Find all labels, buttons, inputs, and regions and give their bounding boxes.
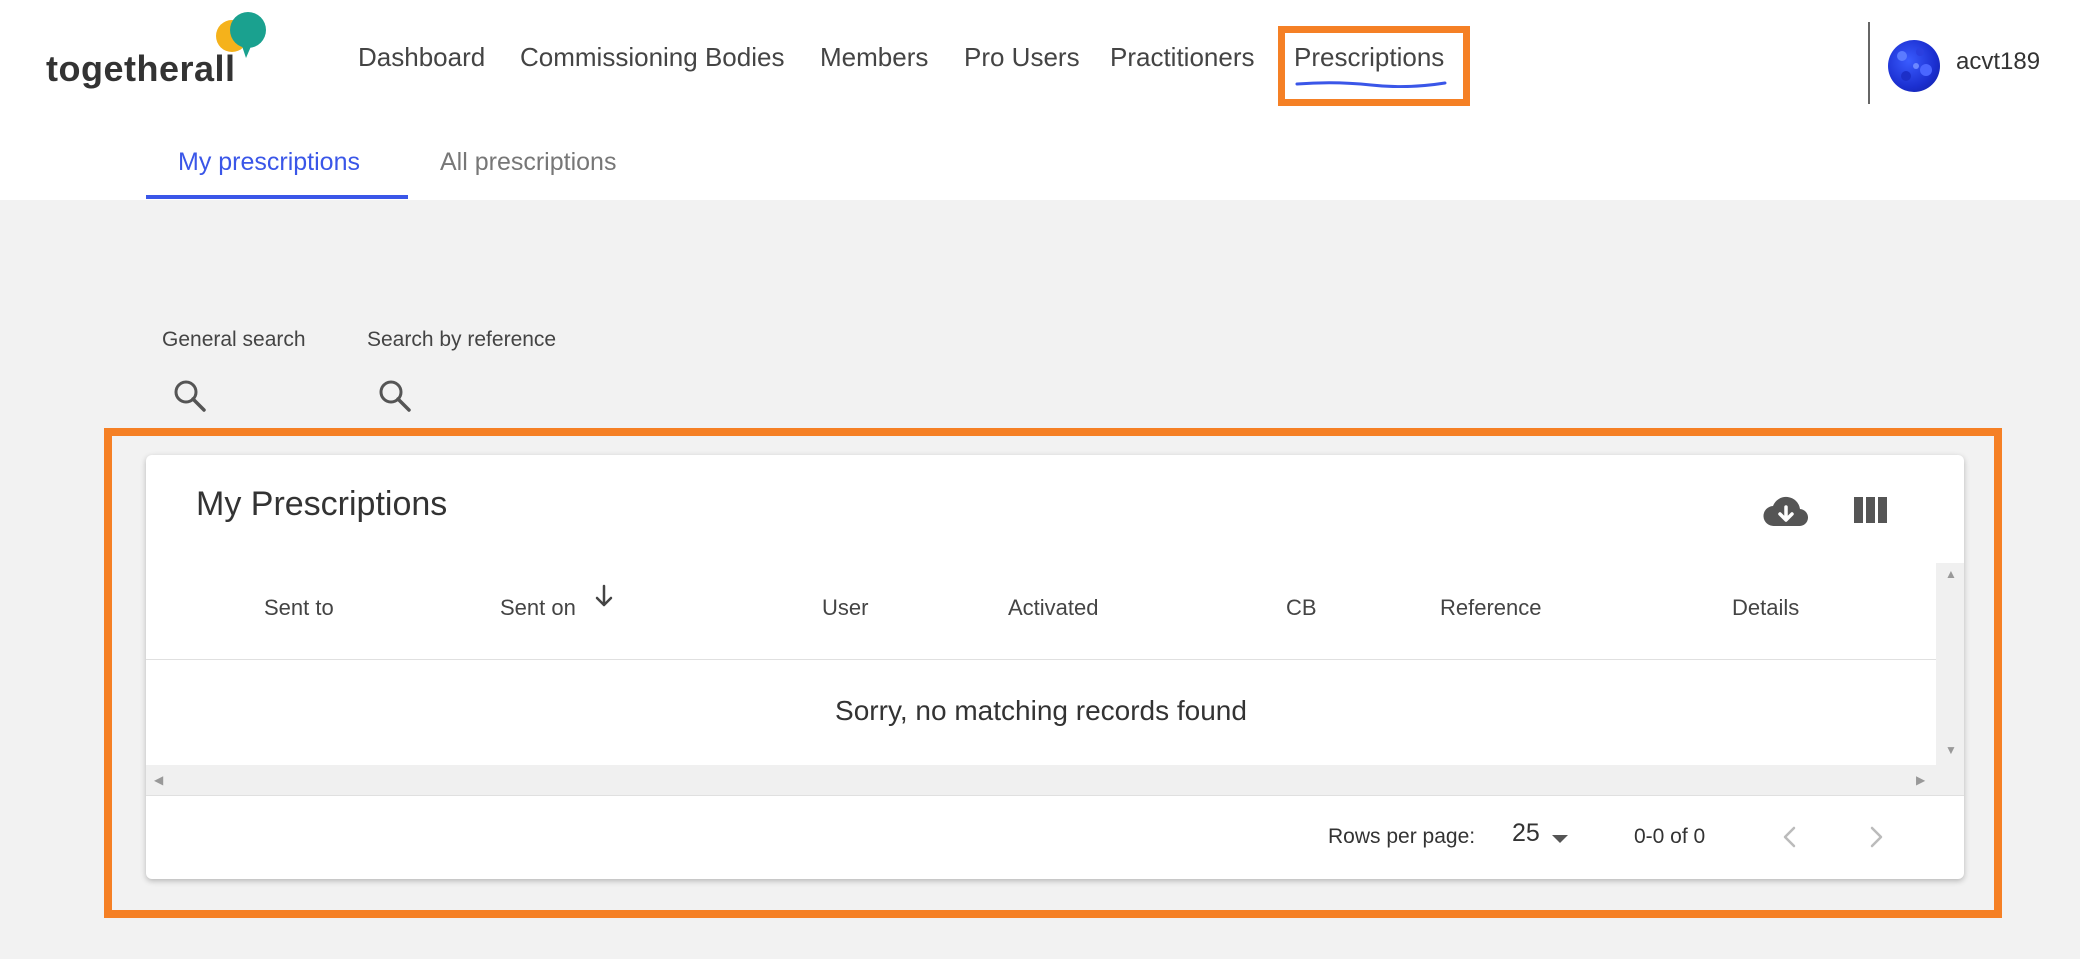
- cloud-download-icon[interactable]: [1762, 493, 1810, 533]
- header-divider: [146, 659, 1936, 660]
- scroll-down-icon[interactable]: ▼: [1945, 743, 1957, 757]
- scroll-left-icon[interactable]: ◀: [154, 773, 163, 787]
- rows-per-page-label: Rows per page:: [1328, 825, 1476, 848]
- active-nav-underline: [1295, 81, 1447, 88]
- general-search[interactable]: General search: [162, 328, 306, 412]
- search-icon[interactable]: [377, 378, 413, 414]
- tab-my-prescriptions[interactable]: My prescriptions: [178, 148, 360, 177]
- chevron-down-icon[interactable]: [1552, 835, 1568, 843]
- view-columns-icon[interactable]: [1854, 495, 1888, 525]
- nav-item-members[interactable]: Members: [820, 42, 928, 73]
- pagination-range: 0-0 of 0: [1634, 825, 1706, 848]
- column-header-sent-on[interactable]: Sent on: [500, 595, 576, 621]
- active-tab-indicator: [146, 195, 408, 199]
- username[interactable]: acvt189: [1956, 48, 2040, 76]
- reference-search[interactable]: Search by reference: [367, 328, 557, 412]
- column-header-activated[interactable]: Activated: [1008, 595, 1099, 621]
- avatar-pattern-icon: [1897, 48, 1932, 81]
- avatar[interactable]: [1888, 40, 1940, 92]
- column-header-details[interactable]: Details: [1732, 595, 1799, 621]
- general-search-label: General search: [162, 328, 306, 351]
- user-divider: [1868, 22, 1870, 104]
- previous-page-icon[interactable]: [1770, 817, 1810, 857]
- horizontal-scrollbar[interactable]: ◀ ▶: [146, 765, 1936, 795]
- nav-item-practitioners[interactable]: Practitioners: [1110, 42, 1255, 73]
- search-icon[interactable]: [172, 378, 208, 414]
- column-header-cb[interactable]: CB: [1286, 595, 1317, 621]
- rows-per-page-select[interactable]: 25: [1512, 819, 1540, 848]
- tab-all-prescriptions[interactable]: All prescriptions: [440, 148, 616, 177]
- logo-wordmark: togetherall: [46, 48, 236, 89]
- column-header-sent-to[interactable]: Sent to: [264, 595, 334, 621]
- sort-descending-icon[interactable]: [592, 583, 616, 611]
- reference-search-label: Search by reference: [367, 328, 557, 351]
- active-nav-highlight: [1278, 26, 1470, 106]
- scroll-up-icon[interactable]: ▲: [1945, 567, 1957, 581]
- table-title: My Prescriptions: [196, 485, 448, 523]
- column-header-reference[interactable]: Reference: [1440, 595, 1542, 621]
- top-navigation-bar: togetherall Dashboard Commissioning Bodi…: [0, 0, 2080, 199]
- footer-divider: [146, 795, 1964, 796]
- scroll-right-icon[interactable]: ▶: [1916, 773, 1925, 787]
- togetherall-logo[interactable]: togetherall: [46, 10, 276, 90]
- column-header-user[interactable]: User: [822, 595, 868, 621]
- prescriptions-table-card: My Prescriptions Sent to Sent on User Ac…: [146, 455, 1964, 879]
- nav-item-dashboard[interactable]: Dashboard: [358, 42, 485, 73]
- empty-table-message: Sorry, no matching records found: [835, 695, 1247, 726]
- next-page-icon[interactable]: [1856, 817, 1896, 857]
- vertical-scrollbar[interactable]: ▲ ▼: [1936, 563, 1964, 795]
- nav-item-pro-users[interactable]: Pro Users: [964, 42, 1080, 73]
- nav-item-commissioning-bodies[interactable]: Commissioning Bodies: [520, 42, 784, 73]
